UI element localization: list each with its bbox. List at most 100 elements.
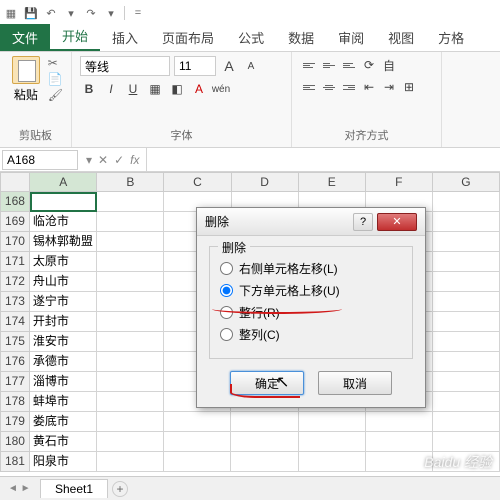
cell[interactable]: 遂宁市 xyxy=(30,292,97,312)
italic-button[interactable]: I xyxy=(102,80,120,98)
cut-icon[interactable]: ✂ xyxy=(48,56,63,70)
cell[interactable] xyxy=(231,412,298,432)
row-header[interactable]: 174 xyxy=(0,312,30,332)
font-color-button[interactable]: A xyxy=(190,80,208,98)
cell[interactable] xyxy=(97,312,164,332)
paste-button[interactable]: 粘贴 xyxy=(8,56,44,103)
name-box[interactable] xyxy=(2,150,78,170)
row-header[interactable]: 179 xyxy=(0,412,30,432)
cell[interactable] xyxy=(164,412,231,432)
align-center-icon[interactable] xyxy=(320,78,338,96)
align-bottom-icon[interactable] xyxy=(340,56,358,74)
cell[interactable] xyxy=(231,452,298,472)
cell[interactable] xyxy=(97,212,164,232)
fill-color-button[interactable]: ◧ xyxy=(168,80,186,98)
align-left-icon[interactable] xyxy=(300,78,318,96)
row-header[interactable]: 181 xyxy=(0,452,30,472)
orientation-icon[interactable]: ⟳ xyxy=(360,56,378,74)
underline-button[interactable]: U xyxy=(124,80,142,98)
qat-dropdown-icon[interactable]: ▾ xyxy=(64,6,78,20)
cell[interactable] xyxy=(97,372,164,392)
merge-button[interactable]: ⊞ xyxy=(400,78,418,96)
wrap-text-button[interactable]: 自 xyxy=(380,56,398,74)
sheet-nav[interactable]: ◄ ► xyxy=(8,483,31,494)
cell[interactable]: 娄底市 xyxy=(30,412,97,432)
cell[interactable] xyxy=(97,272,164,292)
tab-insert[interactable]: 插入 xyxy=(100,24,150,51)
select-all-corner[interactable] xyxy=(0,172,30,192)
radio-entire-row[interactable] xyxy=(220,306,233,319)
cell[interactable]: 承德市 xyxy=(30,352,97,372)
cell[interactable] xyxy=(433,252,500,272)
decrease-indent-icon[interactable]: ⇤ xyxy=(360,78,378,96)
align-middle-icon[interactable] xyxy=(320,56,338,74)
tab-addin[interactable]: 方格 xyxy=(426,24,476,51)
cell[interactable]: 黄石市 xyxy=(30,432,97,452)
cell[interactable] xyxy=(433,392,500,412)
cell[interactable] xyxy=(97,232,164,252)
format-painter-icon[interactable]: 🖌 xyxy=(48,88,63,102)
cell[interactable] xyxy=(433,212,500,232)
undo-icon[interactable]: ↶ xyxy=(44,6,58,20)
cell[interactable]: 开封市 xyxy=(30,312,97,332)
cell[interactable] xyxy=(299,452,366,472)
cell[interactable] xyxy=(97,352,164,372)
cell[interactable] xyxy=(433,232,500,252)
border-button[interactable]: ▦ xyxy=(146,80,164,98)
increase-indent-icon[interactable]: ⇥ xyxy=(380,78,398,96)
align-top-icon[interactable] xyxy=(300,56,318,74)
cell[interactable] xyxy=(231,432,298,452)
cell[interactable] xyxy=(433,372,500,392)
dialog-close-button[interactable]: ✕ xyxy=(377,213,417,231)
row-header[interactable]: 178 xyxy=(0,392,30,412)
row-header[interactable]: 173 xyxy=(0,292,30,312)
tab-data[interactable]: 数据 xyxy=(276,24,326,51)
cell[interactable] xyxy=(30,192,97,212)
save-icon[interactable]: 💾 xyxy=(24,6,38,20)
row-header[interactable]: 168 xyxy=(0,192,30,212)
column-header[interactable]: B xyxy=(97,172,164,192)
radio-shift-up[interactable] xyxy=(220,284,233,297)
cell[interactable] xyxy=(97,412,164,432)
column-header[interactable]: F xyxy=(366,172,433,192)
cell[interactable] xyxy=(164,432,231,452)
tab-view[interactable]: 视图 xyxy=(376,24,426,51)
row-header[interactable]: 169 xyxy=(0,212,30,232)
cell[interactable] xyxy=(433,352,500,372)
tab-file[interactable]: 文件 xyxy=(0,24,50,51)
cell[interactable] xyxy=(97,392,164,412)
customize-qat-icon[interactable]: = xyxy=(131,6,145,20)
phonetic-button[interactable]: wén xyxy=(212,80,230,98)
cell[interactable] xyxy=(97,452,164,472)
cell[interactable] xyxy=(366,452,433,472)
row-header[interactable]: 180 xyxy=(0,432,30,452)
font-name-select[interactable] xyxy=(80,56,170,76)
cell[interactable] xyxy=(366,432,433,452)
fx-button[interactable]: fx xyxy=(130,153,139,167)
cell[interactable] xyxy=(433,412,500,432)
row-header[interactable]: 175 xyxy=(0,332,30,352)
cell[interactable]: 太原市 xyxy=(30,252,97,272)
row-header[interactable]: 177 xyxy=(0,372,30,392)
copy-icon[interactable]: 📄 xyxy=(48,72,63,86)
dialog-titlebar[interactable]: 删除 ? ✕ xyxy=(197,208,425,236)
cell[interactable]: 舟山市 xyxy=(30,272,97,292)
redo-icon[interactable]: ↷ xyxy=(84,6,98,20)
column-header[interactable]: E xyxy=(299,172,366,192)
qat-dropdown2-icon[interactable]: ▾ xyxy=(104,6,118,20)
cell[interactable] xyxy=(97,192,164,212)
option-entire-col[interactable]: 整列(C) xyxy=(220,326,402,343)
cell[interactable]: 淮安市 xyxy=(30,332,97,352)
bold-button[interactable]: B xyxy=(80,80,98,98)
option-shift-up[interactable]: 下方单元格上移(U) xyxy=(220,282,402,299)
radio-entire-col[interactable] xyxy=(220,328,233,341)
align-right-icon[interactable] xyxy=(340,78,358,96)
cell[interactable]: 阳泉市 xyxy=(30,452,97,472)
increase-font-icon[interactable]: A xyxy=(220,57,238,75)
decrease-font-icon[interactable]: A xyxy=(242,57,260,75)
cell[interactable] xyxy=(299,432,366,452)
cell[interactable]: 淄博市 xyxy=(30,372,97,392)
cell[interactable]: 蚌埠市 xyxy=(30,392,97,412)
row-header[interactable]: 170 xyxy=(0,232,30,252)
cell[interactable] xyxy=(433,432,500,452)
